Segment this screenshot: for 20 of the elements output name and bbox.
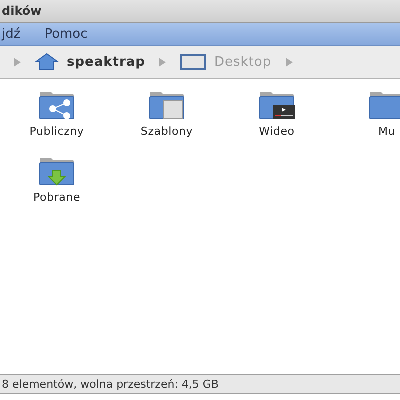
folder-icon[interactable] [259,91,295,121]
folder-label[interactable]: Szablony [140,125,194,138]
folder-label[interactable]: Mu [378,125,396,138]
folder-label[interactable]: Publiczny [30,125,84,138]
home-icon [35,53,59,71]
folder-label[interactable]: Wideo [259,125,295,138]
folder-label[interactable]: Pobrane [33,191,81,204]
arrow-right-icon [286,58,293,66]
arrow-right-icon [159,58,166,66]
folder-icon[interactable] [39,157,75,187]
menu-item[interactable]: jdź [2,26,21,42]
status-text: 8 elementów, wolna przestrzeń: 4,5 GB [2,378,219,390]
folder-icon[interactable] [369,91,400,121]
window-title: dików [2,4,42,18]
folder-icon[interactable] [149,91,185,121]
desktop-icon [180,54,206,70]
menu-item[interactable]: Pomoc [44,26,88,42]
folder-icon[interactable] [39,91,75,121]
path-button[interactable]: speaktrap [31,51,150,73]
arrow-right-icon [14,58,21,66]
